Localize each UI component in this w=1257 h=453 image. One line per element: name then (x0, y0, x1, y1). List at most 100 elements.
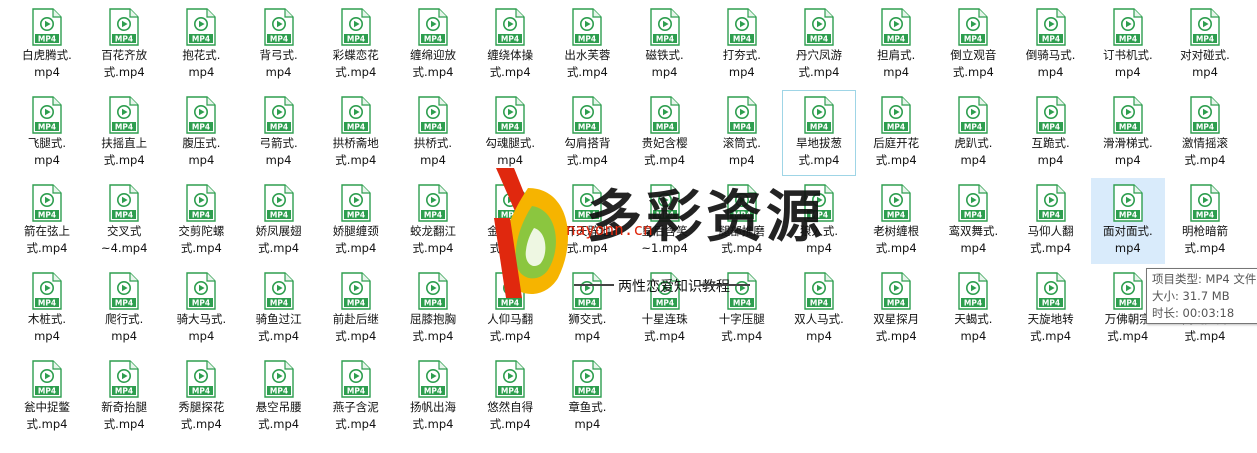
file-name: 章鱼式. mp4 (568, 400, 607, 431)
file-item[interactable]: MP4 木桩式. mp4 (10, 266, 84, 352)
file-item[interactable]: MP4 鸾双舞式. mp4 (936, 178, 1010, 264)
svg-text:MP4: MP4 (964, 210, 982, 219)
file-item[interactable]: MP4 白虎腾式. mp4 (10, 2, 84, 88)
mp4-video-file-icon: MP4 (727, 96, 757, 134)
file-item[interactable]: MP4 狮交式. mp4 (550, 266, 624, 352)
file-item[interactable]: MP4 扬帆出海 式.mp4 (396, 354, 470, 440)
file-item[interactable]: MP4 老树缠根 式.mp4 (859, 178, 933, 264)
file-item[interactable]: MP4 爬行式. mp4 (87, 266, 161, 352)
file-item[interactable]: MP4 缠绵迎放 式.mp4 (396, 2, 470, 88)
file-item[interactable]: MP4 弓箭式. mp4 (242, 90, 316, 176)
file-item[interactable]: MP4 骑大马式. mp4 (164, 266, 238, 352)
file-item[interactable]: MP4 虎趴式. mp4 (936, 90, 1010, 176)
file-item[interactable]: MP4 明枪暗箭 式.mp4 (1168, 178, 1242, 264)
file-item[interactable]: MP4 对对碰式. mp4 (1168, 2, 1242, 88)
file-item[interactable]: MP4 面对面式. mp4 (1090, 178, 1165, 264)
file-item[interactable]: MP4 悠然自得 式.mp4 (473, 354, 547, 440)
mp4-video-file-icon: MP4 (727, 272, 757, 310)
file-item[interactable]: MP4 人仰马翻 式.mp4 (473, 266, 547, 352)
file-item[interactable]: MP4 悬空吊腰 式.mp4 (242, 354, 316, 440)
file-item[interactable]: MP4 骑鱼过江 式.mp4 (242, 266, 316, 352)
file-name: 秀腿探花 式.mp4 (178, 400, 225, 431)
mp4-video-file-icon: MP4 (881, 96, 911, 134)
file-item[interactable]: MP4 皇后含笑 ~1.mp4 (628, 178, 702, 264)
file-item[interactable]: MP4 彩蝶恋花 式.mp4 (319, 2, 393, 88)
file-item[interactable]: MP4 倒骑马式. mp4 (1014, 2, 1088, 88)
file-item[interactable]: MP4 双星探月 式.mp4 (859, 266, 933, 352)
file-item[interactable]: MP4 滑滑梯式. mp4 (1091, 90, 1165, 176)
file-item[interactable]: MP4 蛟龙翻江 式.mp4 (396, 178, 470, 264)
file-item[interactable]: MP4 背弓式. mp4 (242, 2, 316, 88)
file-item[interactable]: MP4 丹穴凤游 式.mp4 (782, 2, 856, 88)
file-item[interactable]: MP4 章鱼式. mp4 (550, 354, 624, 440)
mp4-video-file-icon: MP4 (495, 8, 525, 46)
file-item[interactable]: MP4 屈膝抱胸 式.mp4 (396, 266, 470, 352)
svg-text:MP4: MP4 (192, 298, 210, 307)
file-name: 十字压腿 式.mp4 (718, 312, 765, 343)
file-item[interactable]: MP4 娇腿缠颈 式.mp4 (319, 178, 393, 264)
file-item[interactable]: MP4 天旋地转 式.mp4 (1014, 266, 1088, 352)
file-item[interactable]: MP4 百花齐放 式.mp4 (87, 2, 161, 88)
file-item[interactable]: MP4 缠绕体操 式.mp4 (473, 2, 547, 88)
file-item[interactable]: MP4 勾魂腿式. mp4 (473, 90, 547, 176)
svg-text:MP4: MP4 (115, 34, 133, 43)
file-item[interactable]: MP4 滚筒式. mp4 (705, 90, 779, 176)
svg-text:MP4: MP4 (733, 210, 751, 219)
file-item[interactable]: MP4 交剪陀螺 式.mp4 (164, 178, 238, 264)
file-item[interactable]: MP4 打夯式. mp4 (705, 2, 779, 88)
file-item[interactable]: MP4 腿部推磨 式.mp4 (705, 178, 779, 264)
file-item[interactable]: MP4 十字压腿 式.mp4 (705, 266, 779, 352)
svg-text:MP4: MP4 (656, 298, 674, 307)
file-item[interactable]: MP4 前赴后继 式.mp4 (319, 266, 393, 352)
file-item[interactable]: MP4 磁铁式. mp4 (628, 2, 702, 88)
file-item[interactable]: MP4 瓮中捉鳖 式.mp4 (10, 354, 84, 440)
svg-text:MP4: MP4 (347, 34, 365, 43)
file-name: 丹穴凤游 式.mp4 (796, 48, 842, 79)
svg-text:MP4: MP4 (270, 298, 288, 307)
file-item[interactable]: MP4 开天辟地 式.mp4 (550, 178, 624, 264)
file-name: 爬行式. mp4 (105, 312, 144, 343)
file-item[interactable]: MP4 倒立观音 式.mp4 (936, 2, 1010, 88)
mp4-video-file-icon: MP4 (649, 8, 680, 46)
file-item[interactable]: MP4 天蝎式. mp4 (936, 266, 1010, 352)
file-item[interactable]: MP4 出水芙蓉 式.mp4 (550, 2, 624, 88)
file-item[interactable]: MP4 腹压式. mp4 (164, 90, 238, 176)
svg-text:MP4: MP4 (1042, 298, 1060, 307)
file-item[interactable]: MP4 勾肩搭背 式.mp4 (550, 90, 624, 176)
file-item[interactable]: MP4 双人马式. mp4 (782, 266, 856, 352)
mp4-video-file-icon: MP4 (804, 272, 834, 310)
file-item[interactable]: MP4 秀腿探花 式.mp4 (164, 354, 238, 440)
mp4-video-file-icon: MP4 (958, 96, 989, 134)
svg-text:MP4: MP4 (424, 34, 442, 43)
file-item[interactable]: MP4 飞腿式. mp4 (10, 90, 84, 176)
file-item[interactable]: MP4 扶摇直上 式.mp4 (87, 90, 161, 176)
file-item[interactable]: MP4 金鸡独立 式.mp4 (473, 178, 547, 264)
mp4-video-file-icon: MP4 (32, 8, 62, 46)
file-item[interactable]: MP4 抱花式. mp4 (164, 2, 238, 88)
file-item[interactable]: MP4 马仰人翻 式.mp4 (1014, 178, 1088, 264)
file-item[interactable]: MP4 订书机式. mp4 (1091, 2, 1165, 88)
mp4-video-file-icon: MP4 (495, 272, 525, 310)
file-item[interactable]: MP4 拱桥斋地 式.mp4 (319, 90, 393, 176)
svg-text:MP4: MP4 (270, 210, 288, 219)
mp4-video-file-icon: MP4 (572, 8, 603, 46)
file-item[interactable]: MP4 互跪式. mp4 (1014, 90, 1088, 176)
file-item[interactable]: MP4 担肩式. mp4 (859, 2, 933, 88)
mp4-video-file-icon: MP4 (341, 360, 371, 398)
file-item[interactable]: MP4 箭在弦上 式.mp4 (10, 178, 84, 264)
file-item[interactable]: MP4 狼入式. mp4 (782, 178, 856, 264)
file-item[interactable]: MP4 拱桥式. mp4 (396, 90, 470, 176)
file-item[interactable]: MP4 娇凤展翅 式.mp4 (242, 178, 316, 264)
mp4-video-file-icon: MP4 (804, 96, 834, 134)
file-item[interactable]: MP4 新奇抬腿 式.mp4 (87, 354, 161, 440)
file-item[interactable]: MP4 十星连珠 式.mp4 (628, 266, 702, 352)
file-item[interactable]: MP4 激情摇滚 式.mp4 (1168, 90, 1242, 176)
file-name: 腿部推磨 式.mp4 (718, 224, 765, 255)
svg-text:MP4: MP4 (887, 210, 905, 219)
file-item[interactable]: MP4 交叉式 ~4.mp4 (87, 178, 161, 264)
file-item[interactable]: MP4 后庭开花 式.mp4 (859, 90, 933, 176)
file-name: 滚筒式. mp4 (722, 136, 761, 167)
file-item[interactable]: MP4 贵妃含樱 式.mp4 (628, 90, 702, 176)
file-item[interactable]: MP4 燕子含泥 式.mp4 (319, 354, 393, 440)
file-item[interactable]: MP4 旱地拔葱 式.mp4 (782, 90, 856, 176)
